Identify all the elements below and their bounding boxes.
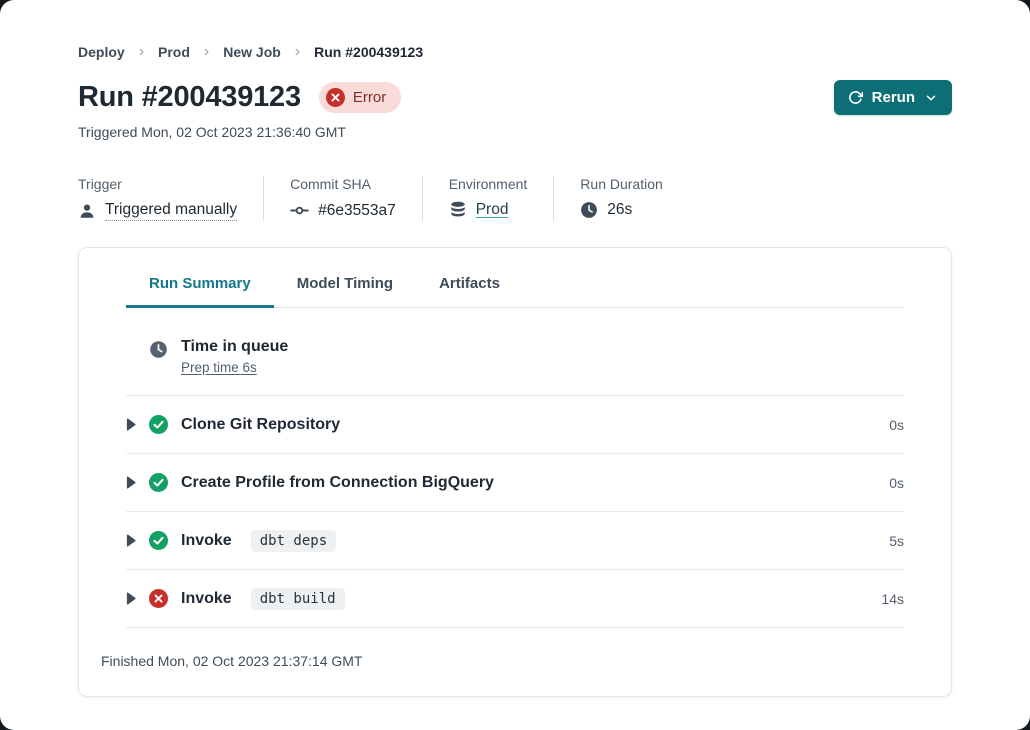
run-summary-card: Run Summary Model Timing Artifacts Time … [78,247,952,697]
environment-link[interactable]: Prod [476,201,509,219]
step-duration: 14s [881,591,904,607]
caret-right-icon[interactable] [126,418,136,431]
tab-model-timing[interactable]: Model Timing [274,275,416,308]
success-check-icon [149,473,168,492]
clock-icon [580,201,598,219]
trigger-value[interactable]: Triggered manually [105,201,237,221]
step-command-chip: dbt deps [251,530,336,552]
caret-right-icon[interactable] [126,534,136,547]
breadcrumb: Deploy › Prod › New Job › Run #200439123 [78,0,952,60]
meta-commit-label: Commit SHA [290,176,396,192]
step-name: Clone Git Repository [181,416,340,434]
status-badge-error: Error [319,82,401,113]
step-row-clone-git[interactable]: Clone Git Repository 0s [126,396,904,454]
time-in-queue-section: Time in queue Prep time 6s [126,308,904,396]
meta-run-duration: Run Duration 26s [580,176,689,221]
caret-right-icon[interactable] [126,476,136,489]
error-circle-icon [326,88,345,107]
step-duration: 0s [889,475,904,491]
page-header: Run #200439123 Error Rerun [78,80,952,115]
git-commit-icon [290,201,309,220]
refresh-icon [848,90,863,105]
tab-artifacts[interactable]: Artifacts [416,275,523,308]
step-name: Invoke [181,590,232,608]
step-row-dbt-deps[interactable]: Invoke dbt deps 5s [126,512,904,570]
chevron-down-icon[interactable] [924,91,938,105]
finished-timestamp: Finished Mon, 02 Oct 2023 21:37:14 GMT [79,628,951,696]
tab-run-summary[interactable]: Run Summary [126,275,274,308]
meta-environment-label: Environment [449,176,528,192]
breadcrumb-item-prod[interactable]: Prod [158,44,190,60]
chevron-right-icon: › [295,44,300,60]
rerun-button-label: Rerun [872,89,915,106]
step-row-create-profile[interactable]: Create Profile from Connection BigQuery … [126,454,904,512]
step-command-chip: dbt build [251,588,345,610]
run-detail-page: Deploy › Prod › New Job › Run #200439123… [0,0,1030,730]
step-name: Invoke [181,532,232,550]
rerun-button[interactable]: Rerun [834,80,952,115]
prep-time-link[interactable]: Prep time 6s [181,360,257,375]
chevron-right-icon: › [204,44,209,60]
breadcrumb-current-run: Run #200439123 [314,44,423,60]
tab-bar: Run Summary Model Timing Artifacts [126,248,904,308]
commit-sha-value: #6e3553a7 [318,202,396,220]
run-meta-row: Trigger Triggered manually Commit SHA [78,176,952,221]
step-row-dbt-build[interactable]: Invoke dbt build 14s [126,570,904,628]
meta-duration-label: Run Duration [580,176,663,192]
step-name: Create Profile from Connection BigQuery [181,474,494,492]
run-duration-value: 26s [607,201,632,219]
person-icon [78,202,96,220]
error-circle-icon [149,589,168,608]
meta-trigger: Trigger Triggered manually [78,176,264,221]
success-check-icon [149,415,168,434]
step-duration: 5s [889,533,904,549]
meta-commit-sha: Commit SHA #6e3553a7 [290,176,423,221]
breadcrumb-item-new-job[interactable]: New Job [223,44,281,60]
status-badge-label: Error [353,89,386,106]
page-title: Run #200439123 [78,81,301,114]
caret-right-icon[interactable] [126,592,136,605]
triggered-timestamp: Triggered Mon, 02 Oct 2023 21:36:40 GMT [78,124,952,140]
meta-environment: Environment Prod [449,176,555,221]
breadcrumb-item-deploy[interactable]: Deploy [78,44,125,60]
queue-title: Time in queue [181,338,288,356]
chevron-right-icon: › [139,44,144,60]
success-check-icon [149,531,168,550]
step-duration: 0s [889,417,904,433]
queue-clock-icon [149,340,168,359]
meta-trigger-label: Trigger [78,176,237,192]
database-icon [449,201,467,219]
